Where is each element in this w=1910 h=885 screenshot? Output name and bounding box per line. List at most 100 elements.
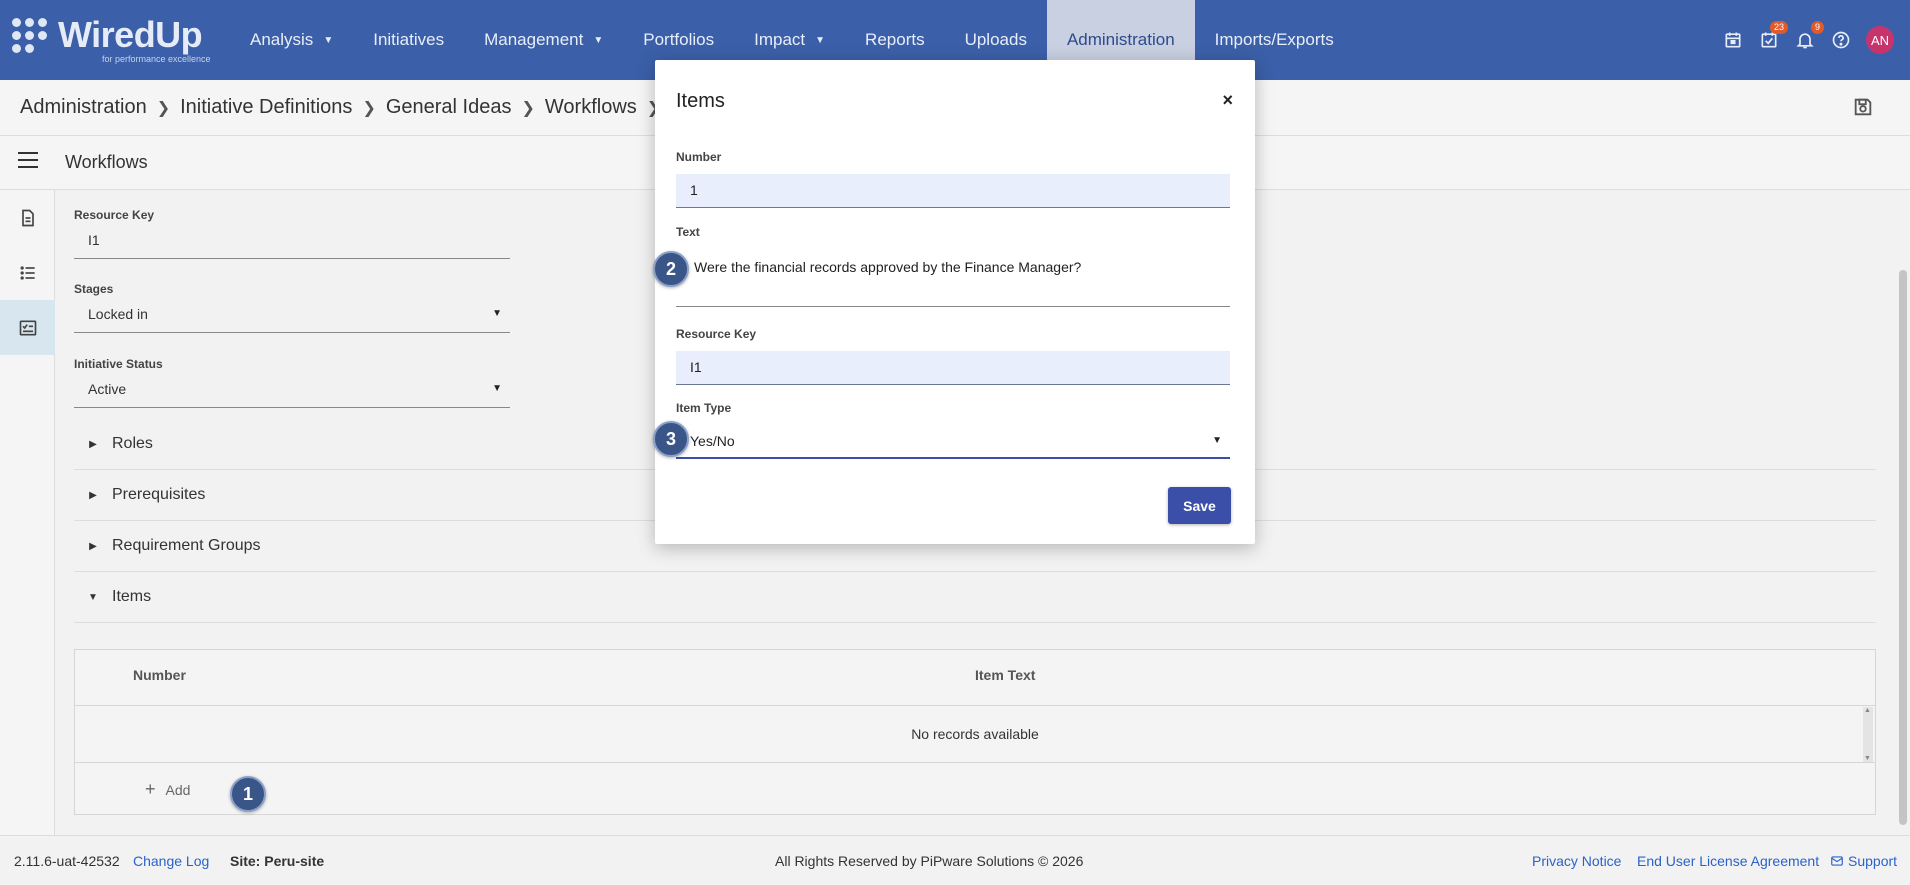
nav-label: Initiatives	[373, 30, 445, 49]
stages-select[interactable]: Locked in ▼	[74, 306, 510, 333]
add-item-button[interactable]: + Add	[145, 779, 190, 800]
left-rail	[0, 190, 55, 835]
caret-down-icon: ▼	[492, 383, 502, 394]
add-label: Add	[165, 781, 191, 798]
tasks-badge: 23	[1769, 21, 1788, 34]
stages-label: Stages	[74, 282, 114, 296]
list-icon	[20, 265, 35, 280]
resource-key-label: Resource Key	[676, 327, 757, 341]
breadcrumb-item[interactable]: Initiative Definitions	[180, 96, 352, 119]
initiative-status-select[interactable]: Active ▼	[74, 381, 510, 408]
scroll-down-icon[interactable]: ▼	[1864, 755, 1871, 762]
hamburger-menu-icon[interactable]	[18, 152, 38, 170]
breadcrumb-item[interactable]: General Ideas	[386, 96, 512, 119]
version-text: 2.11.6-uat-42532	[14, 853, 120, 869]
initiative-status-field: Initiative Status Active ▼	[74, 357, 510, 408]
nav-label: Management	[484, 30, 584, 49]
nav-label: Analysis	[250, 30, 314, 49]
section-items[interactable]: ▼ Items	[74, 572, 1876, 623]
item-type-value: Yes/No	[690, 433, 735, 449]
bell-icon[interactable]: 9	[1794, 21, 1824, 51]
stages-field: Stages Locked in ▼	[74, 282, 510, 333]
site-label: Site: Peru-site	[230, 853, 325, 869]
page-title: Workflows	[65, 152, 148, 172]
caret-down-icon: ▼	[492, 308, 502, 319]
nav-item-analysis[interactable]: Analysis ▼	[230, 0, 353, 80]
caret-right-icon: ▶	[89, 438, 97, 450]
document-icon	[21, 209, 34, 226]
nav-label: Portfolios	[643, 30, 715, 49]
resource-key-input[interactable]: I1	[676, 351, 1230, 385]
column-header-number[interactable]: Number	[133, 667, 186, 683]
chevron-right-icon: ❯	[362, 99, 376, 117]
breadcrumb-item[interactable]: Administration	[20, 96, 147, 119]
grid-body: No records available	[75, 706, 1875, 763]
rail-item-list[interactable]	[0, 245, 55, 300]
privacy-notice-link[interactable]: Privacy Notice	[1532, 853, 1621, 869]
nav-item-initiatives[interactable]: Initiatives	[353, 0, 464, 80]
caret-right-icon: ▶	[89, 540, 97, 552]
breadcrumb-item[interactable]: Workflows	[545, 96, 637, 119]
items-modal: Items × Number 1 Text Were the financial…	[655, 60, 1255, 544]
plus-icon: +	[145, 779, 156, 799]
modal-text-field: Text Were the financial records approved…	[676, 225, 1230, 307]
empty-message: No records available	[911, 726, 1039, 742]
close-icon[interactable]: ×	[1222, 90, 1233, 111]
rail-item-workflow[interactable]	[0, 300, 55, 355]
chevron-right-icon: ❯	[156, 99, 171, 117]
modal-title: Items	[676, 90, 725, 112]
step-marker-1: 1	[230, 776, 266, 812]
caret-down-icon: ▼	[323, 34, 334, 46]
calendar-icon[interactable]	[1722, 29, 1744, 51]
caret-down-icon: ▼	[593, 34, 604, 46]
text-input[interactable]: Were the financial records approved by t…	[676, 249, 1230, 307]
caret-right-icon: ▶	[89, 489, 97, 501]
nav-icons: 23 9 AN	[1722, 0, 1910, 80]
text-label: Text	[676, 225, 700, 239]
rail-item-document[interactable]	[0, 190, 55, 245]
stages-value: Locked in	[88, 306, 148, 322]
section-label: Requirement Groups	[112, 537, 261, 554]
grid-header: Number Item Text	[75, 650, 1875, 706]
scroll-up-icon[interactable]: ▲	[1864, 707, 1871, 714]
caret-down-icon: ▼	[1212, 435, 1222, 446]
save-button[interactable]: Save	[1168, 487, 1231, 524]
task-check-icon[interactable]: 23	[1758, 21, 1788, 51]
modal-item-type-field: Item Type Yes/No ▼	[676, 401, 1230, 459]
nav-label: Uploads	[964, 30, 1027, 49]
section-label: Roles	[112, 435, 153, 452]
initiative-status-value: Active	[88, 381, 127, 397]
save-disk-icon[interactable]	[1852, 96, 1874, 118]
grid-scrollbar[interactable]: ▲ ▼	[1863, 707, 1873, 762]
number-label: Number	[676, 150, 722, 164]
eula-link[interactable]: End User License Agreement	[1637, 853, 1819, 869]
nav-item-management[interactable]: Management ▼	[464, 0, 623, 80]
change-log-link[interactable]: Change Log	[133, 853, 209, 869]
page-scrollbar[interactable]	[1896, 190, 1910, 835]
logo[interactable]: WiredUp for performance excellence	[12, 14, 216, 66]
breadcrumb: Administration ❯ Initiative Definitions ❯ …	[20, 96, 685, 119]
column-header-item-text[interactable]: Item Text	[975, 667, 1035, 683]
modal-number-field: Number 1	[676, 150, 1230, 208]
item-type-select[interactable]: Yes/No ▼	[676, 425, 1230, 459]
help-icon[interactable]	[1830, 29, 1852, 51]
support-icon	[1831, 856, 1843, 866]
logo-tagline: for performance excellence	[102, 54, 211, 64]
logo-dots-icon	[12, 18, 54, 58]
resource-key-label: Resource Key	[74, 208, 155, 222]
section-label: Prerequisites	[112, 486, 206, 503]
resource-key-input[interactable]: I1	[74, 232, 510, 259]
support-label: Support	[1848, 853, 1898, 869]
grid-footer: + Add	[75, 763, 1875, 814]
modal-resource-key-field: Resource Key I1	[676, 327, 1230, 385]
footer: 2.11.6-uat-42532 Change Log Site: Peru-s…	[0, 835, 1910, 885]
avatar[interactable]: AN	[1866, 26, 1894, 54]
nav-label: Reports	[865, 30, 925, 49]
caret-down-icon: ▼	[88, 591, 98, 603]
support-link[interactable]: Support	[1830, 853, 1897, 869]
nav-label: Impact	[754, 30, 806, 49]
scroll-thumb[interactable]	[1899, 270, 1907, 825]
copyright-text: All Rights Reserved by PiPware Solutions…	[775, 853, 1084, 869]
item-type-label: Item Type	[676, 401, 732, 415]
number-input[interactable]: 1	[676, 174, 1230, 208]
